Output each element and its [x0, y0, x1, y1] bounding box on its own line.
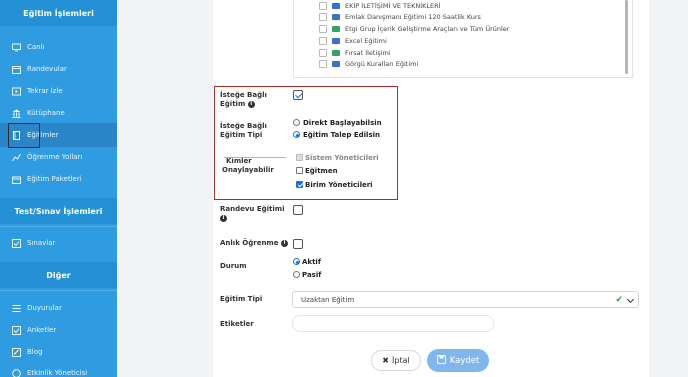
exam-icon — [12, 238, 21, 248]
replay-icon — [12, 87, 21, 96]
close-icon: ✖ — [382, 356, 389, 365]
save-button[interactable]: Kaydet — [427, 349, 489, 372]
radio-status-passive[interactable] — [293, 271, 300, 278]
sidebar-item-sinavlar[interactable]: Sınavlar — [12, 236, 55, 250]
tree-item-checkbox[interactable] — [319, 49, 327, 57]
folder-icon — [332, 3, 340, 9]
tree-item[interactable]: EKİP İLETİŞİMİ VE TEKNİKLERİ — [319, 1, 441, 11]
cancel-button[interactable]: ✖ İptal — [371, 350, 421, 371]
chevron-down-icon — [626, 295, 635, 304]
tree-item-checkbox[interactable] — [319, 2, 327, 10]
tree-item-checkbox[interactable] — [319, 25, 327, 33]
tags-input[interactable] — [292, 315, 494, 332]
training-type-label: Eğitim Tipi — [220, 295, 263, 303]
training-tree-list: EKİP İLETİŞİMİ VE TEKNİKLERİ Emlak Danış… — [293, 0, 633, 78]
tree-item[interactable]: Etgi Grup İçerik Geliştirme Araçları ve … — [319, 24, 509, 34]
library-icon — [12, 109, 21, 118]
radio-status-passive-label: Pasif — [302, 271, 322, 279]
instant-learning-checkbox[interactable] — [293, 239, 303, 249]
folder-icon — [332, 61, 340, 67]
path-icon — [12, 153, 21, 162]
package-icon — [12, 175, 21, 184]
sidebar-item-duyurular[interactable]: Duyurular — [12, 301, 62, 315]
info-icon: i — [220, 214, 227, 222]
tree-item-checkbox[interactable] — [319, 37, 327, 45]
event-icon — [12, 368, 21, 377]
tree-item[interactable]: Görgü Kuralları Eğitimi — [319, 59, 418, 69]
tree-item[interactable]: Excel Eğitimi — [319, 36, 387, 46]
sidebar-item-randevular[interactable]: Randevular — [12, 62, 67, 76]
radio-status-active-label: Aktif — [302, 258, 321, 266]
survey-icon — [12, 325, 21, 335]
folder-icon — [332, 50, 340, 56]
folder-icon — [332, 14, 340, 20]
tree-item[interactable]: Emlak Danışmanı Eğitimi 120 Saatlik Kurs — [319, 12, 481, 22]
blog-icon — [12, 347, 21, 357]
sidebar-item-ogrenme-yollari[interactable]: Öğrenme Yolları — [12, 150, 82, 164]
appointment-training-label: Randevu Eğitimi i — [220, 205, 285, 222]
sidebar-item-kutuphane[interactable]: Kütüphane — [12, 106, 65, 120]
tree-item-checkbox[interactable] — [319, 13, 327, 21]
folder-icon — [332, 26, 340, 32]
info-icon: i — [280, 239, 288, 247]
folder-icon — [332, 38, 340, 44]
sidebar-section-test: Test/Sınav İşlemleri — [0, 198, 117, 224]
appointment-training-checkbox[interactable] — [293, 205, 303, 215]
status-label: Durum — [220, 262, 247, 270]
sidebar-item-blog[interactable]: Blog — [12, 345, 42, 359]
save-icon — [436, 354, 446, 367]
tree-item-checkbox[interactable] — [319, 60, 327, 68]
radio-status-active[interactable] — [293, 258, 300, 265]
monitor-icon — [12, 43, 21, 52]
valid-check-icon: ✔ — [615, 295, 623, 305]
sidebar-item-anketler[interactable]: Anketler — [12, 323, 56, 337]
tags-label: Etiketler — [220, 320, 254, 328]
calendar-icon — [12, 65, 21, 74]
sidebar-section-egitim: Eğitim İşlemleri — [0, 0, 117, 26]
sidebar: Eğitim İşlemleri Canlı Randevular Tekrar… — [0, 0, 117, 377]
sidebar-divider — [0, 290, 117, 291]
sidebar-divider — [0, 226, 117, 227]
sidebar-section-diger: Diğer — [0, 262, 117, 288]
sidebar-item-canli[interactable]: Canlı — [12, 40, 45, 54]
sidebar-item-egitim-paketleri[interactable]: Eğitim Paketleri — [12, 172, 82, 186]
sidebar-item-etkinlik-yoneticisi[interactable]: Etkinlik Yöneticisi — [12, 366, 87, 377]
tree-scrollbar[interactable] — [625, 0, 628, 74]
optional-settings-highlight-box — [214, 86, 398, 200]
announcement-icon — [12, 304, 21, 313]
training-type-select[interactable]: Uzaktan Eğitim ✔ — [292, 291, 639, 308]
sidebar-item-tekrar-izle[interactable]: Tekrar İzle — [12, 84, 63, 98]
egitimler-highlight-box — [8, 123, 40, 148]
instant-learning-label: Anlık Öğrenme i — [220, 239, 288, 248]
tree-item[interactable]: Fırsat İletişimi — [319, 48, 391, 58]
